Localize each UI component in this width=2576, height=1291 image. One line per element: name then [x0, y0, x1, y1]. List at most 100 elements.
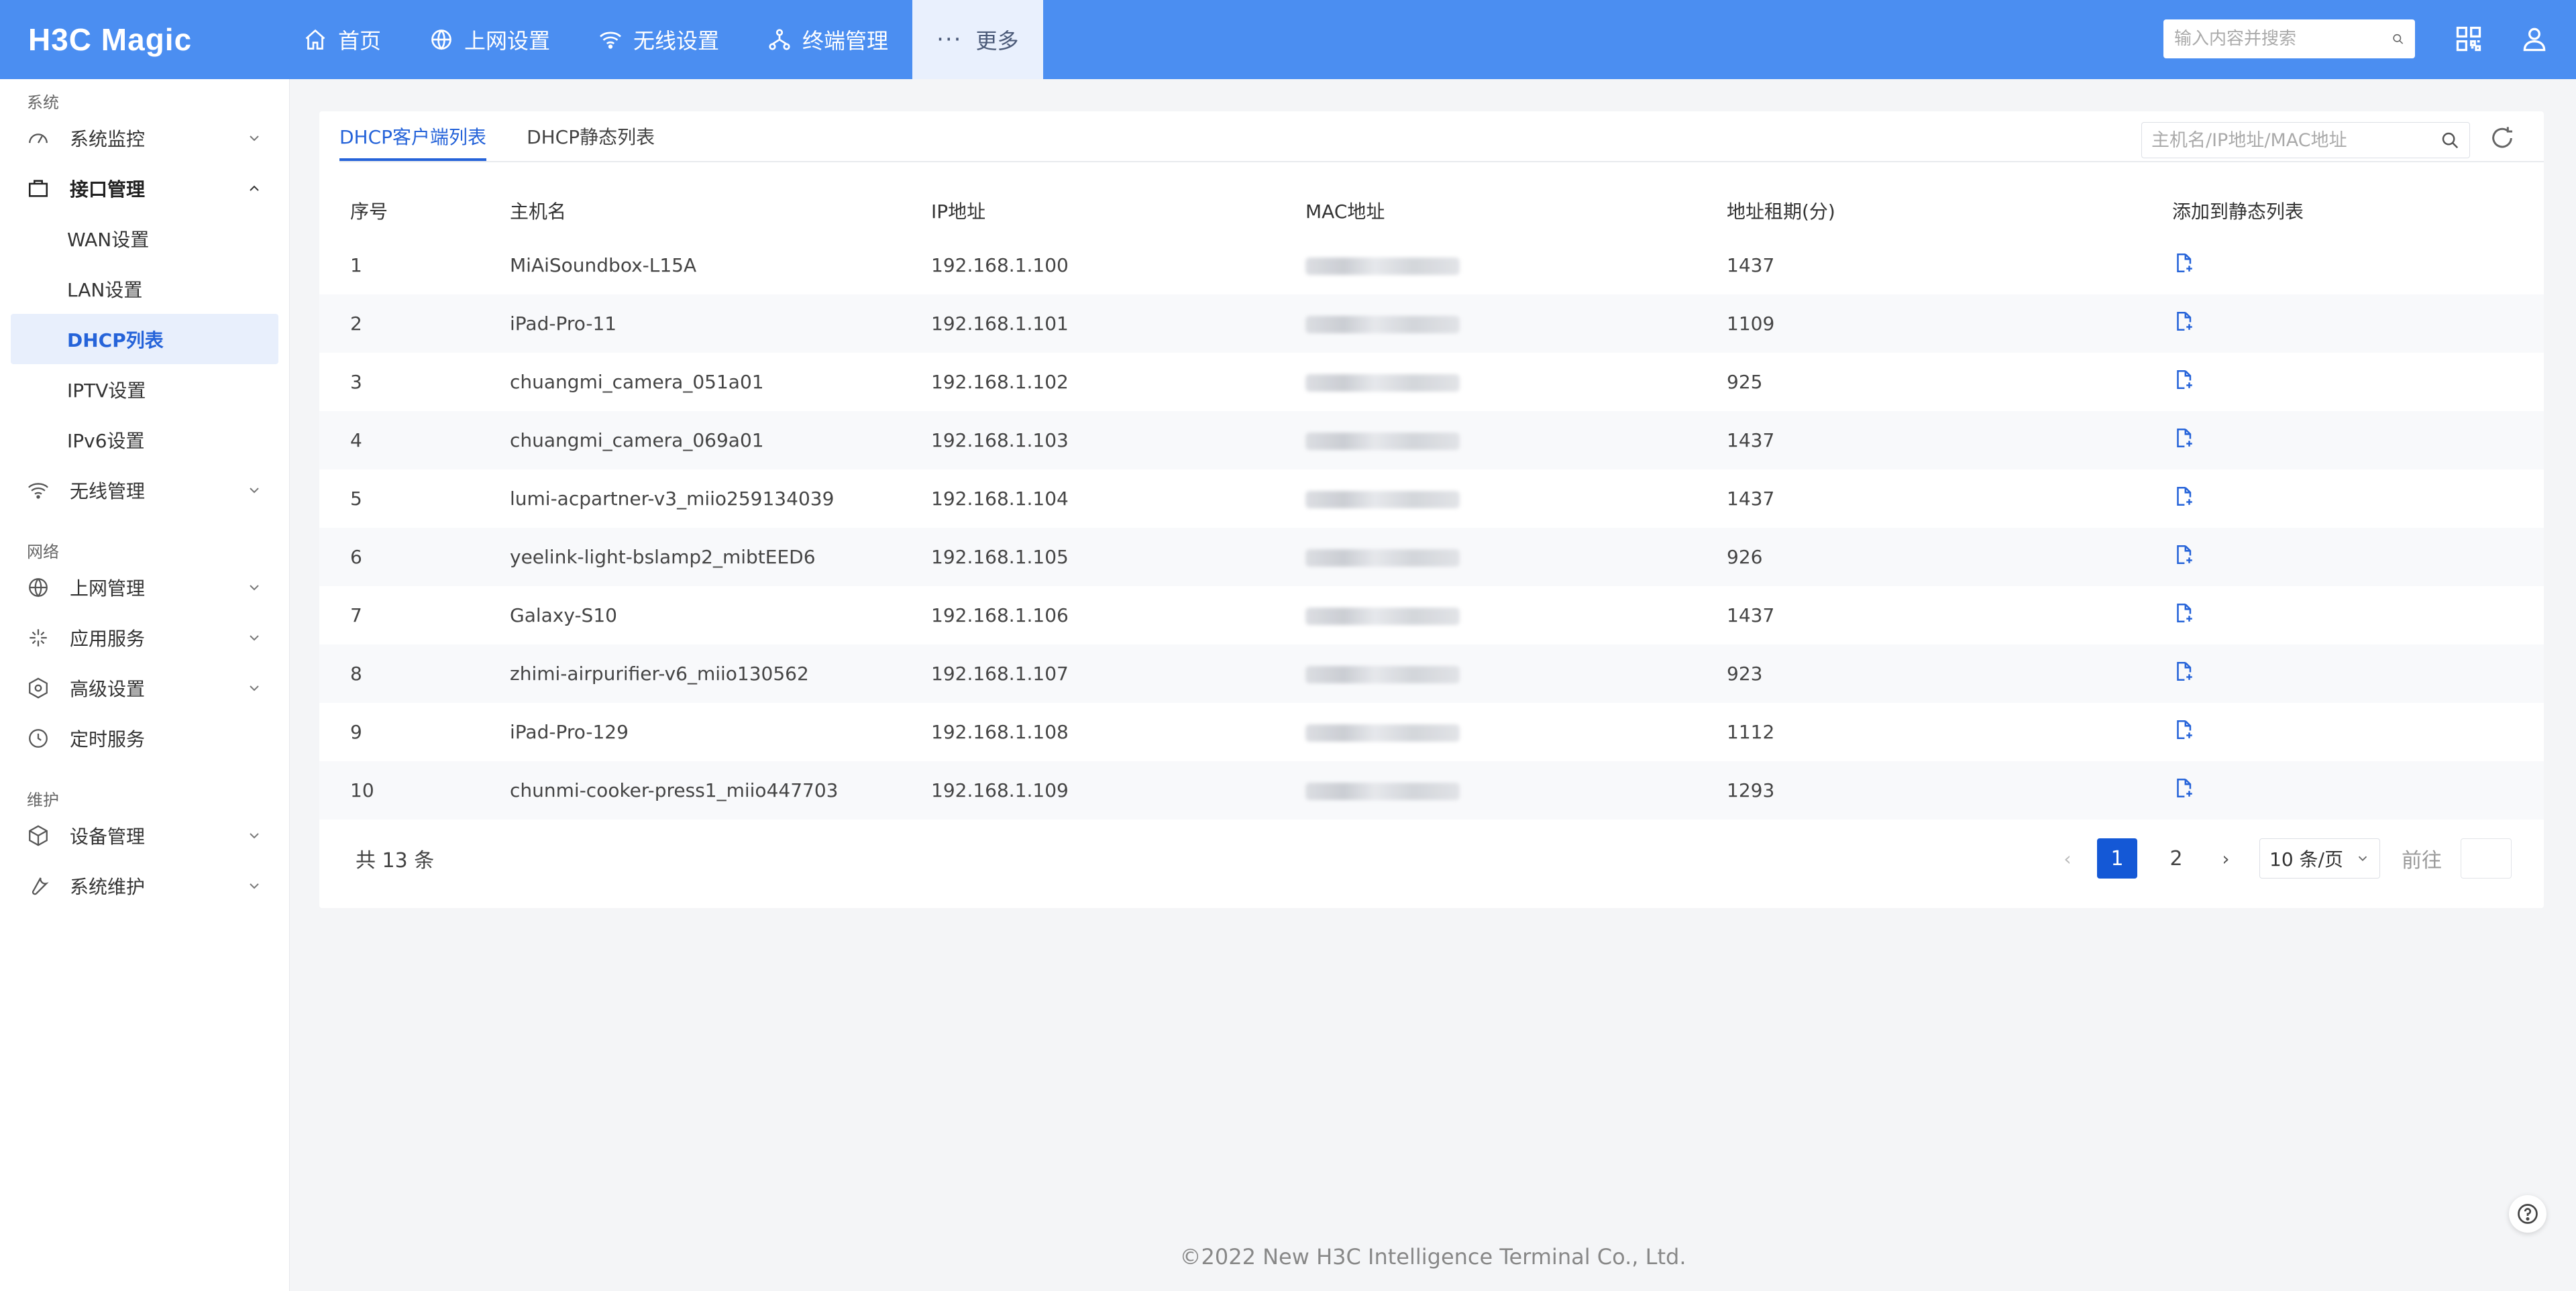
chevron-down-icon [250, 488, 259, 494]
cell-add-static [2172, 485, 2544, 512]
cell-lease: 1437 [1727, 254, 1775, 276]
header-add-static: 添加到静态列表 [2172, 201, 2304, 223]
table-row: 9 iPad-Pro-129 192.168.1.108 1112 [319, 703, 2544, 761]
sidebar-item-timer[interactable]: 定时服务 [0, 713, 289, 763]
sidebar-item-advanced[interactable]: 高级设置 [0, 663, 289, 713]
page-size-select[interactable]: 10 条/页 [2259, 838, 2380, 879]
cell-hostname: zhimi-airpurifier-v6_miio130562 [510, 663, 809, 685]
nav-more[interactable]: ··· 更多 [912, 0, 1043, 79]
cell-ip: 192.168.1.100 [931, 254, 1069, 276]
table-header-row: 序号 主机名 IP地址 MAC地址 地址租期(分) 添加到静态列表 [319, 185, 2544, 236]
goto-label: 前往 [2402, 849, 2442, 873]
sidebar-item-maintenance[interactable]: 系统维护 [0, 860, 289, 911]
cell-hostname: iPad-Pro-129 [510, 721, 629, 743]
add-to-static-icon[interactable] [2172, 660, 2195, 683]
add-to-static-icon[interactable] [2172, 777, 2195, 799]
sidebar-item-wan[interactable]: WAN设置 [0, 213, 289, 264]
sidebar-item-interface[interactable]: 接口管理 [0, 163, 289, 213]
refresh-icon[interactable] [2489, 125, 2516, 152]
top-search-input[interactable] [2174, 29, 2392, 49]
cell-mac [1305, 604, 1727, 626]
brand-logo[interactable]: H3C Magic [28, 19, 204, 60]
nav-terminal[interactable]: 终端管理 [743, 0, 912, 79]
sidebar-item-monitor-label: 系统监控 [70, 127, 146, 150]
sidebar-item-interface-label: 接口管理 [70, 178, 146, 201]
cell-mac [1305, 371, 1727, 393]
mac-redacted [1305, 549, 1460, 567]
page-1-button[interactable]: 1 [2097, 838, 2137, 879]
sidebar-item-monitor[interactable]: 系统监控 [0, 113, 289, 163]
cell-hostname: chuangmi_camera_051a01 [510, 371, 764, 393]
sidebar-item-iptv[interactable]: IPTV设置 [0, 364, 289, 414]
sidebar-group-maintain: 维护 [27, 791, 59, 809]
tab-dhcp-static[interactable]: DHCP静态列表 [527, 111, 655, 161]
nav-internet-label: 上网设置 [464, 28, 551, 54]
help-button[interactable] [2509, 1195, 2546, 1233]
cell-mac [1305, 488, 1727, 510]
cell-hostname: Galaxy-S10 [510, 604, 617, 626]
next-page-button[interactable]: › [2206, 838, 2246, 879]
sidebar-item-ipv6[interactable]: IPv6设置 [0, 414, 289, 465]
cell-no: 6 [350, 546, 362, 568]
page-2-button[interactable]: 2 [2156, 838, 2196, 879]
sidebar-item-dhcp[interactable]: DHCP列表 [11, 314, 278, 364]
nav-internet[interactable]: 上网设置 [405, 0, 574, 79]
sidebar-item-device[interactable]: 设备管理 [0, 810, 289, 860]
sidebar-item-apps[interactable]: 应用服务 [0, 612, 289, 663]
cell-ip: 192.168.1.101 [931, 313, 1069, 335]
sparkle-icon [30, 628, 47, 647]
qrcode-icon[interactable] [2454, 24, 2483, 54]
cell-mac [1305, 663, 1727, 685]
user-icon[interactable] [2520, 24, 2549, 54]
add-to-static-icon[interactable] [2172, 485, 2195, 508]
goto-page-input[interactable] [2461, 838, 2512, 879]
cell-ip: 192.168.1.104 [931, 488, 1069, 510]
sidebar-item-wireless[interactable]: 无线管理 [0, 465, 289, 515]
sidebar-item-maintenance-label: 系统维护 [70, 875, 146, 898]
pagination: ‹ 1 2 › 10 条/页 前往 [2047, 826, 2544, 891]
cell-no: 3 [350, 371, 362, 393]
wifi-icon [600, 32, 621, 49]
search-icon[interactable] [2392, 29, 2404, 49]
cell-hostname: chuangmi_camera_069a01 [510, 429, 764, 451]
tab-dhcp-clients[interactable]: DHCP客户端列表 [339, 111, 487, 161]
mac-redacted [1305, 608, 1460, 625]
table-search-input[interactable] [2151, 129, 2440, 151]
chevron-down-icon [250, 635, 259, 641]
chevron-down-icon [250, 135, 259, 142]
nav-home[interactable]: 首页 [279, 0, 405, 79]
dhcp-card: DHCP客户端列表 DHCP静态列表 序号 主机名 IP地址 MAC地址 地址租… [319, 111, 2544, 908]
cell-add-static [2172, 543, 2544, 571]
sidebar-item-internet[interactable]: 上网管理 [0, 562, 289, 612]
cell-no: 7 [350, 604, 362, 626]
help-icon [2518, 1204, 2538, 1224]
add-to-static-icon[interactable] [2172, 251, 2195, 274]
sidebar-item-lan[interactable]: LAN设置 [0, 264, 289, 314]
add-to-static-icon[interactable] [2172, 602, 2195, 624]
search-icon[interactable] [2440, 130, 2460, 150]
copyright-text: ©2022 New H3C Intelligence Terminal Co.,… [1179, 1244, 1686, 1270]
total-count: 共 13 条 [356, 849, 435, 873]
header-ip: IP地址 [931, 201, 986, 223]
add-to-static-icon[interactable] [2172, 310, 2195, 333]
add-to-static-icon[interactable] [2172, 368, 2195, 391]
top-search-box [2163, 19, 2415, 58]
mac-redacted [1305, 491, 1460, 508]
cell-lease: 1112 [1727, 721, 1775, 743]
add-to-static-icon[interactable] [2172, 718, 2195, 741]
mac-redacted [1305, 316, 1460, 333]
main-nav: 首页 上网设置 无线设置 终端管理 ··· 更多 [279, 0, 1043, 79]
header-lease: 地址租期(分) [1727, 201, 1835, 223]
cell-lease: 926 [1727, 546, 1763, 568]
cell-no: 8 [350, 663, 362, 685]
prev-page-button[interactable]: ‹ [2047, 838, 2088, 879]
add-to-static-icon[interactable] [2172, 427, 2195, 449]
cell-mac [1305, 429, 1727, 451]
cell-lease: 923 [1727, 663, 1763, 685]
nav-wireless[interactable]: 无线设置 [574, 0, 743, 79]
add-to-static-icon[interactable] [2172, 543, 2195, 566]
mac-redacted [1305, 433, 1460, 450]
sidebar-group-system: 系统 [27, 93, 59, 112]
table-footer: 共 13 条 ‹ 1 2 › 10 条/页 前往 [319, 826, 2544, 891]
cell-lease: 1437 [1727, 429, 1775, 451]
